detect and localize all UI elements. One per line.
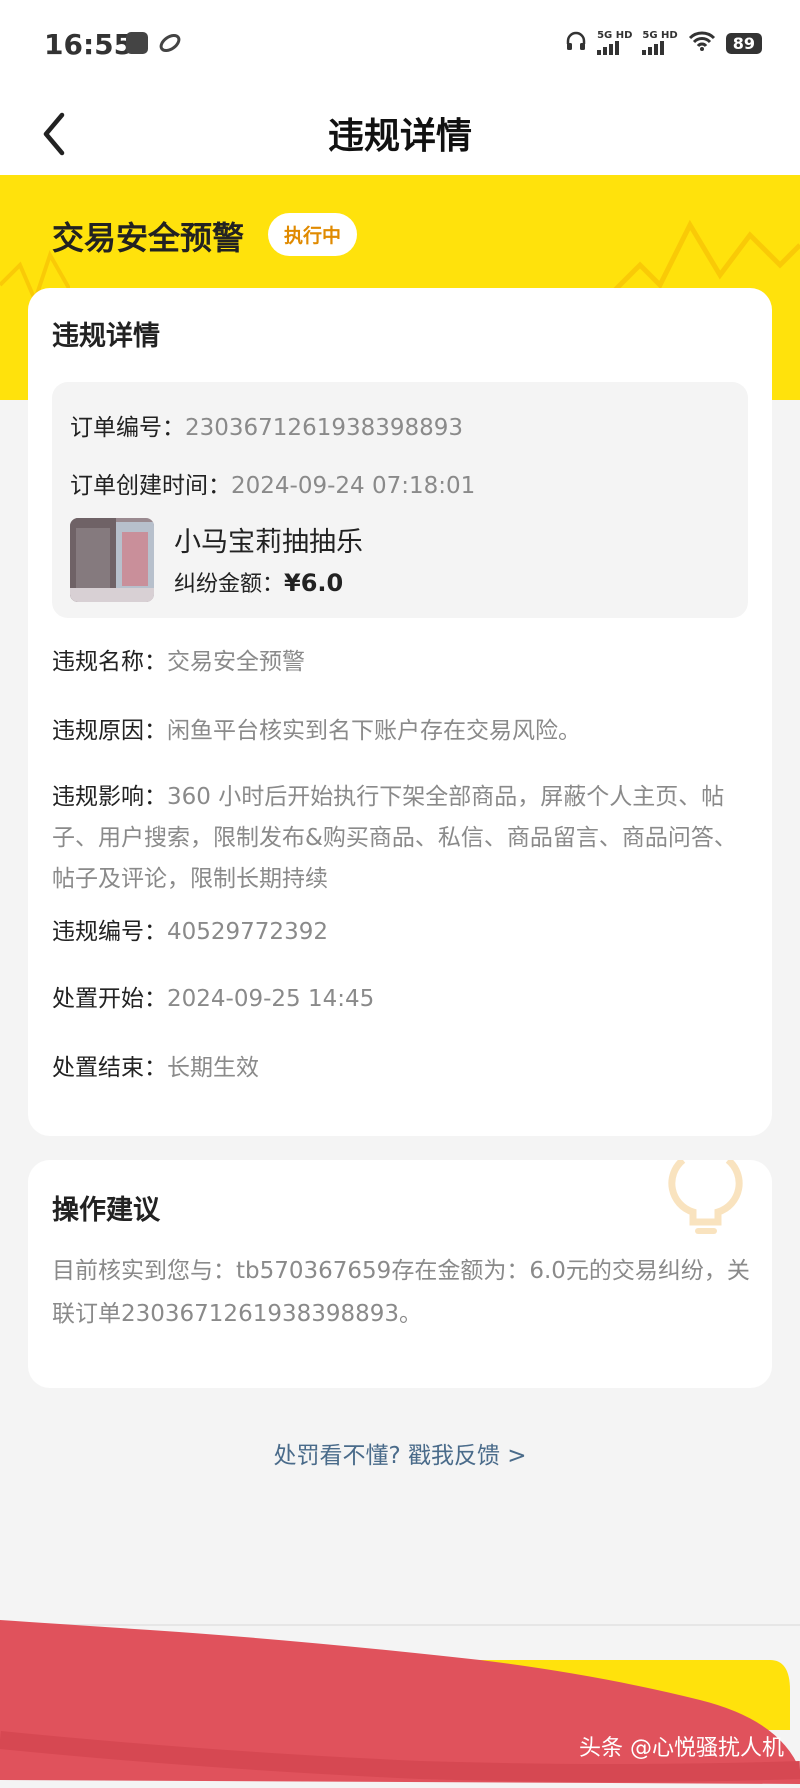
tiktok-icon [126, 32, 148, 54]
signal-bars-icon [642, 41, 677, 55]
disposal-start-row: 处置开始：2024-09-25 14:45 [52, 986, 375, 1012]
violation-number-row: 违规编号：40529772392 [52, 919, 328, 945]
order-number: 订单编号：2303671261938398893 [70, 415, 464, 441]
disposal-end-row: 处置结束：长期生效 [52, 1055, 259, 1081]
product-thumbnail [70, 518, 154, 602]
app-notification-icon [158, 32, 181, 54]
status-time: 16:55 [44, 28, 134, 61]
violation-impact-row: 违规影响：360 小时后开始执行下架全部商品，屏蔽个人主页、帖子、用户搜索，限制… [52, 784, 737, 892]
product-name: 小马宝莉抽抽乐 [174, 527, 363, 558]
signal-bars-icon [597, 41, 632, 55]
battery-indicator: 89 [725, 32, 762, 54]
violation-name-row: 违规名称：交易安全预警 [52, 649, 305, 675]
headphone-icon [565, 30, 587, 56]
wifi-icon [688, 30, 716, 56]
status-badge: 执行中 [268, 213, 358, 256]
feedback-link[interactable]: 处罚看不懂? 戳我反馈 > [0, 1436, 800, 1470]
violation-detail-card: 违规详情 订单编号：2303671261938398893 订单创建时间：202… [28, 288, 772, 1136]
page-title: 违规详情 [327, 116, 472, 157]
order-info-box[interactable]: 订单编号：2303671261938398893 订单创建时间：2024-09-… [52, 382, 748, 618]
card-title: 违规详情 [52, 321, 160, 352]
violation-type-title: 交易安全预警 [52, 219, 245, 257]
advice-card: 操作建议 目前核实到您与：tb570367659存在金额为：6.0元的交易纠纷，… [28, 1160, 772, 1388]
advice-text: 目前核实到您与：tb570367659存在金额为：6.0元的交易纠纷，关联订单2… [52, 1258, 750, 1327]
violation-reason-row: 违规原因：闲鱼平台核实到名下账户存在交易风险。 [52, 718, 581, 744]
signal-1: 5G HD [597, 31, 632, 55]
dispute-amount: 纠纷金额：¥6.0 [174, 569, 344, 597]
redacted-bottom-area: 头条 @心悦骚扰人机 [0, 1620, 800, 1784]
watermark: 头条 @心悦骚扰人机 [579, 1736, 784, 1761]
lightbulb-icon [668, 1160, 743, 1234]
card-title: 操作建议 [52, 1195, 160, 1226]
nav-bar: 违规详情 [0, 95, 800, 175]
order-created-time: 订单创建时间：2024-09-24 07:18:01 [70, 473, 476, 499]
signal-2: 5G HD [642, 31, 678, 55]
status-bar: 16:55 5G HD 5G HD 89 [0, 0, 800, 95]
